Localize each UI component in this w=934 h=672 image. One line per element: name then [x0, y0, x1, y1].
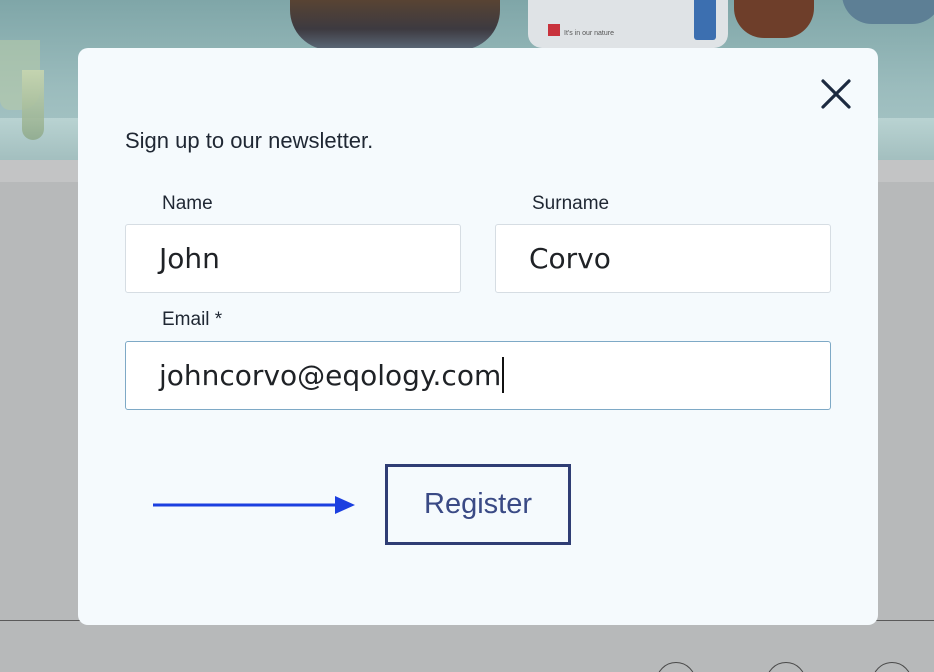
- email-label: Email *: [162, 309, 223, 330]
- hero-bottle-label: It's in our nature: [564, 30, 614, 37]
- email-input-value: johncorvo@eqology.com: [159, 359, 502, 392]
- hero-jar-right: [734, 0, 814, 38]
- surname-input[interactable]: Corvo: [495, 224, 831, 293]
- name-input[interactable]: John: [125, 224, 461, 293]
- hero-jar: [290, 0, 500, 50]
- hero-bottle-badge: [694, 0, 716, 40]
- email-input[interactable]: johncorvo@eqology.com: [125, 341, 831, 410]
- surname-input-value: Corvo: [529, 242, 611, 275]
- hero-bottle-flag: [548, 24, 560, 36]
- surname-label: Surname: [532, 193, 610, 214]
- name-label: Name: [162, 193, 213, 214]
- hero-drip-decoration-2: [22, 70, 44, 140]
- social-icon-button-2[interactable]: [766, 662, 806, 672]
- hero-jar-far: [842, 0, 934, 24]
- social-icon-button-3[interactable]: [872, 662, 912, 672]
- register-button[interactable]: Register: [385, 464, 571, 545]
- close-icon: [821, 79, 851, 109]
- newsletter-modal: Sign up to our newsletter. Name John Sur…: [78, 48, 878, 625]
- name-input-value: John: [159, 242, 220, 275]
- arrow-right-icon: [153, 494, 357, 516]
- close-button[interactable]: [818, 76, 854, 112]
- text-cursor: [502, 357, 505, 393]
- newsletter-intro-text: Sign up to our newsletter.: [125, 128, 374, 153]
- social-icon-button-1[interactable]: [656, 662, 696, 672]
